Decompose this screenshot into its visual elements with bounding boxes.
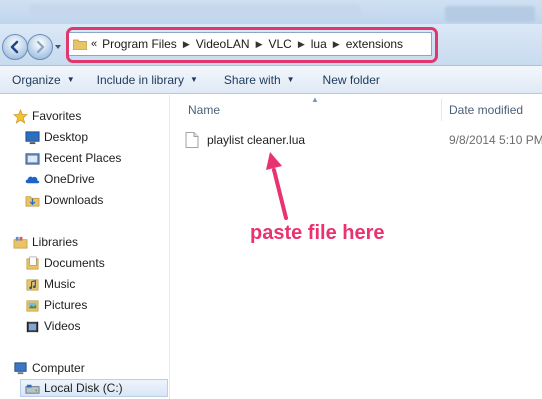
organize-label: Organize (12, 72, 61, 87)
include-in-library-button[interactable]: Include in library ▼ (87, 69, 208, 91)
file-name: playlist cleaner.lua (207, 133, 306, 147)
documents-icon (24, 255, 40, 271)
blurred-title (30, 4, 360, 18)
pictures-icon (24, 297, 40, 313)
breadcrumb-extensions[interactable]: extensions (346, 37, 403, 51)
downloads-label: Downloads (44, 193, 104, 207)
forward-button[interactable] (27, 34, 53, 60)
column-header: ▲ Name Date modified (171, 95, 542, 123)
organize-button[interactable]: Organize ▼ (2, 69, 85, 91)
nav-item-music[interactable]: Music (24, 274, 75, 294)
navigation-pane: Favorites Desktop Recent Places OneDrive… (0, 95, 170, 399)
nav-favorites[interactable]: Favorites (12, 106, 81, 126)
libraries-label: Libraries (32, 235, 79, 249)
recent-places-icon (24, 150, 40, 166)
nav-item-pictures[interactable]: Pictures (24, 295, 87, 315)
computer-label: Computer (32, 361, 85, 375)
breadcrumb-videolan[interactable]: VideoLAN (196, 37, 250, 51)
chevron-down-icon: ▼ (286, 75, 295, 84)
breadcrumb-separator-icon[interactable]: ▶ (298, 39, 305, 50)
music-label: Music (44, 277, 76, 291)
sort-ascending-icon: ▲ (311, 95, 319, 104)
share-with-label: Share with (223, 72, 281, 87)
cloud-icon (24, 171, 40, 187)
new-folder-button[interactable]: New folder (313, 69, 390, 91)
chevron-down-icon: ▼ (190, 75, 198, 84)
breadcrumb-lua[interactable]: lua (311, 37, 327, 51)
file-list: ▲ Name Date modified playlist cleaner.lu… (171, 95, 542, 399)
nav-item-downloads[interactable]: Downloads (24, 190, 103, 210)
nav-libraries[interactable]: Libraries (12, 232, 78, 252)
breadcrumb-separator-icon[interactable]: ▶ (256, 39, 263, 50)
favorites-label: Favorites (32, 109, 82, 123)
new-folder-label: New folder (322, 72, 380, 87)
music-icon (24, 276, 40, 292)
libraries-icon (12, 234, 28, 250)
back-button[interactable] (2, 34, 28, 60)
include-in-library-label: Include in library (96, 72, 184, 87)
videos-icon (24, 318, 40, 334)
nav-item-videos[interactable]: Videos (24, 316, 80, 336)
local-disk-label: Local Disk (C:) (44, 381, 123, 395)
documents-label: Documents (44, 256, 105, 270)
hard-drive-icon (24, 380, 40, 396)
annotation-arrow-icon (266, 152, 288, 220)
breadcrumb-vlc[interactable]: VLC (268, 37, 291, 51)
breadcrumb-separator-icon[interactable]: ▶ (333, 39, 340, 50)
downloads-folder-icon (24, 192, 40, 208)
computer-icon (12, 360, 28, 376)
column-date-modified[interactable]: Date modified (449, 103, 523, 117)
chevron-down-icon: ▼ (66, 75, 75, 84)
breadcrumb-separator-icon[interactable]: ▶ (183, 39, 190, 50)
nav-item-recent-places[interactable]: Recent Places (24, 148, 121, 168)
blurred-search (445, 6, 535, 22)
nav-item-desktop[interactable]: Desktop (24, 127, 88, 147)
desktop-label: Desktop (44, 130, 89, 144)
file-row[interactable]: playlist cleaner.lua 9/8/2014 5:10 PM (185, 130, 542, 150)
recent-pages-dropdown-icon[interactable] (54, 43, 62, 51)
folder-icon (73, 39, 87, 50)
star-icon (12, 108, 28, 124)
document-icon (185, 132, 199, 148)
column-divider[interactable] (441, 99, 442, 121)
column-name[interactable]: Name (188, 103, 220, 117)
file-date-modified: 9/8/2014 5:10 PM (449, 133, 542, 147)
pictures-label: Pictures (44, 298, 88, 312)
address-bar[interactable]: « Program Files ▶ VideoLAN ▶ VLC ▶ lua ▶… (68, 32, 432, 56)
nav-item-local-disk-c[interactable]: Local Disk (C:) (20, 379, 168, 397)
videos-label: Videos (44, 319, 81, 333)
back-arrow-icon (10, 40, 19, 54)
onedrive-label: OneDrive (44, 172, 95, 186)
forward-arrow-icon (36, 40, 45, 54)
desktop-icon (24, 129, 40, 145)
paste-file-annotation: paste file here (250, 222, 385, 244)
recent-places-label: Recent Places (44, 151, 122, 165)
breadcrumb-overflow-chevron[interactable]: « (91, 38, 97, 50)
nav-item-documents[interactable]: Documents (24, 253, 105, 273)
breadcrumb-program-files[interactable]: Program Files (102, 37, 177, 51)
share-with-button[interactable]: Share with ▼ (214, 69, 305, 91)
nav-item-onedrive[interactable]: OneDrive (24, 169, 95, 189)
nav-computer[interactable]: Computer (12, 358, 85, 378)
command-toolbar: Organize ▼ Include in library ▼ Share wi… (0, 66, 542, 94)
